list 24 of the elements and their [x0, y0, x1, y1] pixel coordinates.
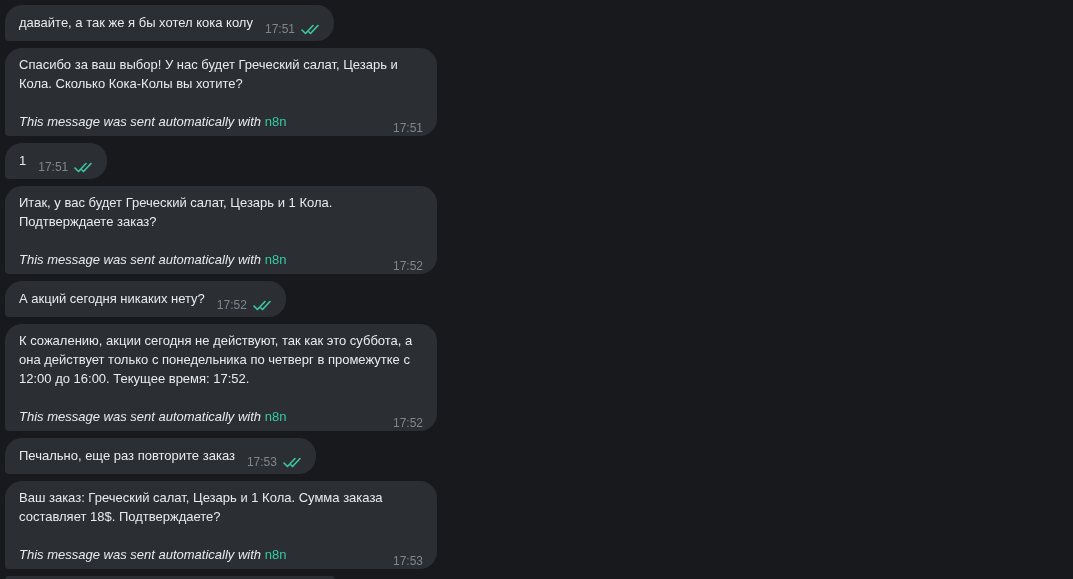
message-time: 17:53	[392, 554, 423, 568]
message-time: 17:51	[264, 22, 295, 36]
message-time: 17:51	[392, 121, 423, 135]
message-time: 17:52	[392, 259, 423, 273]
message-text: А акций сегодня никаких нету?	[19, 290, 205, 308]
message-time: 17:53	[246, 455, 277, 469]
footer-note: This message was sent automatically with n8n	[19, 251, 287, 269]
footer-note: This message was sent automatically with n8n	[19, 408, 287, 426]
footer-note: This message was sent automatically with n8n	[19, 546, 287, 564]
n8n-link[interactable]: n8n	[264, 409, 287, 424]
n8n-link[interactable]: n8n	[264, 114, 287, 129]
message-text: давайте, а так же я бы хотел кока колу	[19, 14, 253, 32]
message-time: 17:51	[38, 160, 69, 174]
n8n-link[interactable]: n8n	[264, 252, 287, 267]
message-text: Печально, еще раз повторите заказ	[19, 447, 235, 465]
message-text: Ваш заказ: Греческий салат, Цезарь и 1 Кола. Сумма заказа составляет 18$. Подтверждаете?	[19, 489, 384, 526]
message-time: 17:52	[392, 416, 423, 430]
message-text: Спасибо за ваш выбор! У нас будет Греческий салат, Цезарь и Кола. Сколько Кока-Колы вы хотите?	[19, 56, 399, 93]
message-time: 17:52	[216, 298, 247, 312]
message-text: Итак, у вас будет Греческий салат, Цезарь и 1 Кола. Подтверждаете заказ?	[19, 194, 334, 231]
footer-note: This message was sent automatically with n8n	[19, 113, 287, 131]
message-text: 1	[19, 152, 27, 170]
message-text: К сожалению, акции сегодня не действуют, так как это суббота, а она действует только с понедельника по четверг в промежутке с 12:00 до 16:00. Текущее время: 17:52.	[19, 332, 414, 388]
n8n-link[interactable]: n8n	[264, 547, 287, 562]
